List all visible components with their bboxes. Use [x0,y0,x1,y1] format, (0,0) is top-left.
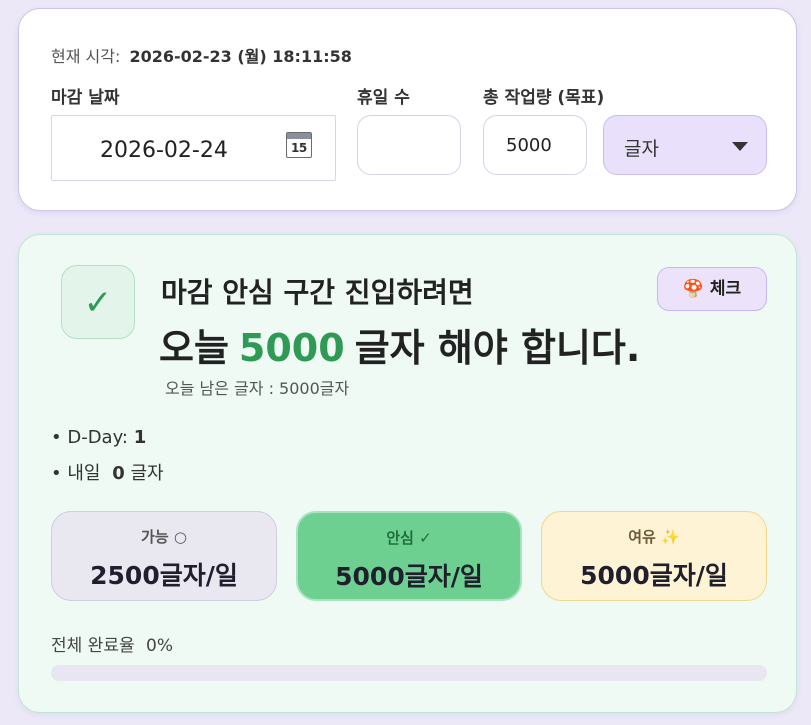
check-icon: ✓ [61,265,135,339]
unit-select[interactable]: 글자 [603,115,767,175]
current-time: 현재 시각: 2026-02-23 (월) 18:11:58 [51,43,352,67]
check-button-label: 체크 [709,279,742,299]
pace-spare-card[interactable]: 여유 ✨ 5000글자/일 [541,511,767,601]
mushroom-icon: 🍄 [682,279,704,299]
calendar-icon-header [287,133,311,139]
deadline-label: 마감 날짜 [51,88,120,108]
deadline-date-value: 2026-02-24 [100,138,228,163]
pace-safe-card[interactable]: 안심 ✓ 5000글자/일 [296,511,522,601]
headline-suffix: 글자 해야 합니다. [354,326,641,370]
pace-possible-title: 가능 ○ [141,528,187,546]
tomorrow-line: • 내일 0 글자 [51,459,164,485]
total-label: 총 작업량 (목표) [483,88,605,108]
progress-label: 전체 완료율 [51,636,135,656]
progress-bar [51,665,767,681]
settings-card: 현재 시각: 2026-02-23 (월) 18:11:58 마감 날짜 휴일 … [18,8,797,211]
deadline-date-input[interactable]: 2026-02-24 15 [51,115,336,181]
pace-safe-title: 안심 ✓ [386,529,432,547]
headline-line1: 마감 안심 구간 진입하려면 [161,276,474,309]
progress-percent: 0% [146,636,173,656]
pace-spare-value: 5000글자/일 [580,561,728,590]
dday-label: • D-Day: [51,427,128,448]
total-workload-value: 5000 [506,135,552,156]
progress-label-line: 전체 완료율 0% [51,631,173,656]
status-card: ✓ 마감 안심 구간 진입하려면 오늘 5000 글자 해야 합니다. 오늘 남은 … [18,234,797,713]
holidays-label: 휴일 수 [357,88,410,108]
pace-safe-value: 5000글자/일 [335,562,483,591]
total-workload-input[interactable]: 5000 [483,115,587,175]
unit-select-value: 글자 [624,138,659,160]
calendar-icon[interactable]: 15 [286,132,312,158]
headline-prefix: 오늘 [159,326,229,370]
tomorrow-unit: 글자 [130,463,164,484]
current-time-label: 현재 시각: [51,47,121,66]
calendar-icon-day: 15 [291,141,307,155]
pace-possible-card[interactable]: 가능 ○ 2500글자/일 [51,511,277,601]
holidays-input[interactable] [357,115,461,175]
remaining-text: 오늘 남은 글자 : 5000글자 [165,379,350,398]
current-time-value: 2026-02-23 (월) 18:11:58 [129,47,352,66]
dday-line: • D-Day: 1 [51,427,146,448]
chevron-down-icon [732,142,748,151]
headline-number: 5000 [238,326,345,370]
pace-spare-title: 여유 ✨ [628,528,680,546]
tomorrow-label: • 내일 [51,463,101,484]
headline-line2: 오늘 5000 글자 해야 합니다. [159,317,640,372]
tomorrow-value: 0 [112,463,125,484]
pace-possible-value: 2500글자/일 [90,561,238,590]
check-button[interactable]: 🍄 체크 [657,267,767,311]
dday-value: 1 [133,427,147,448]
